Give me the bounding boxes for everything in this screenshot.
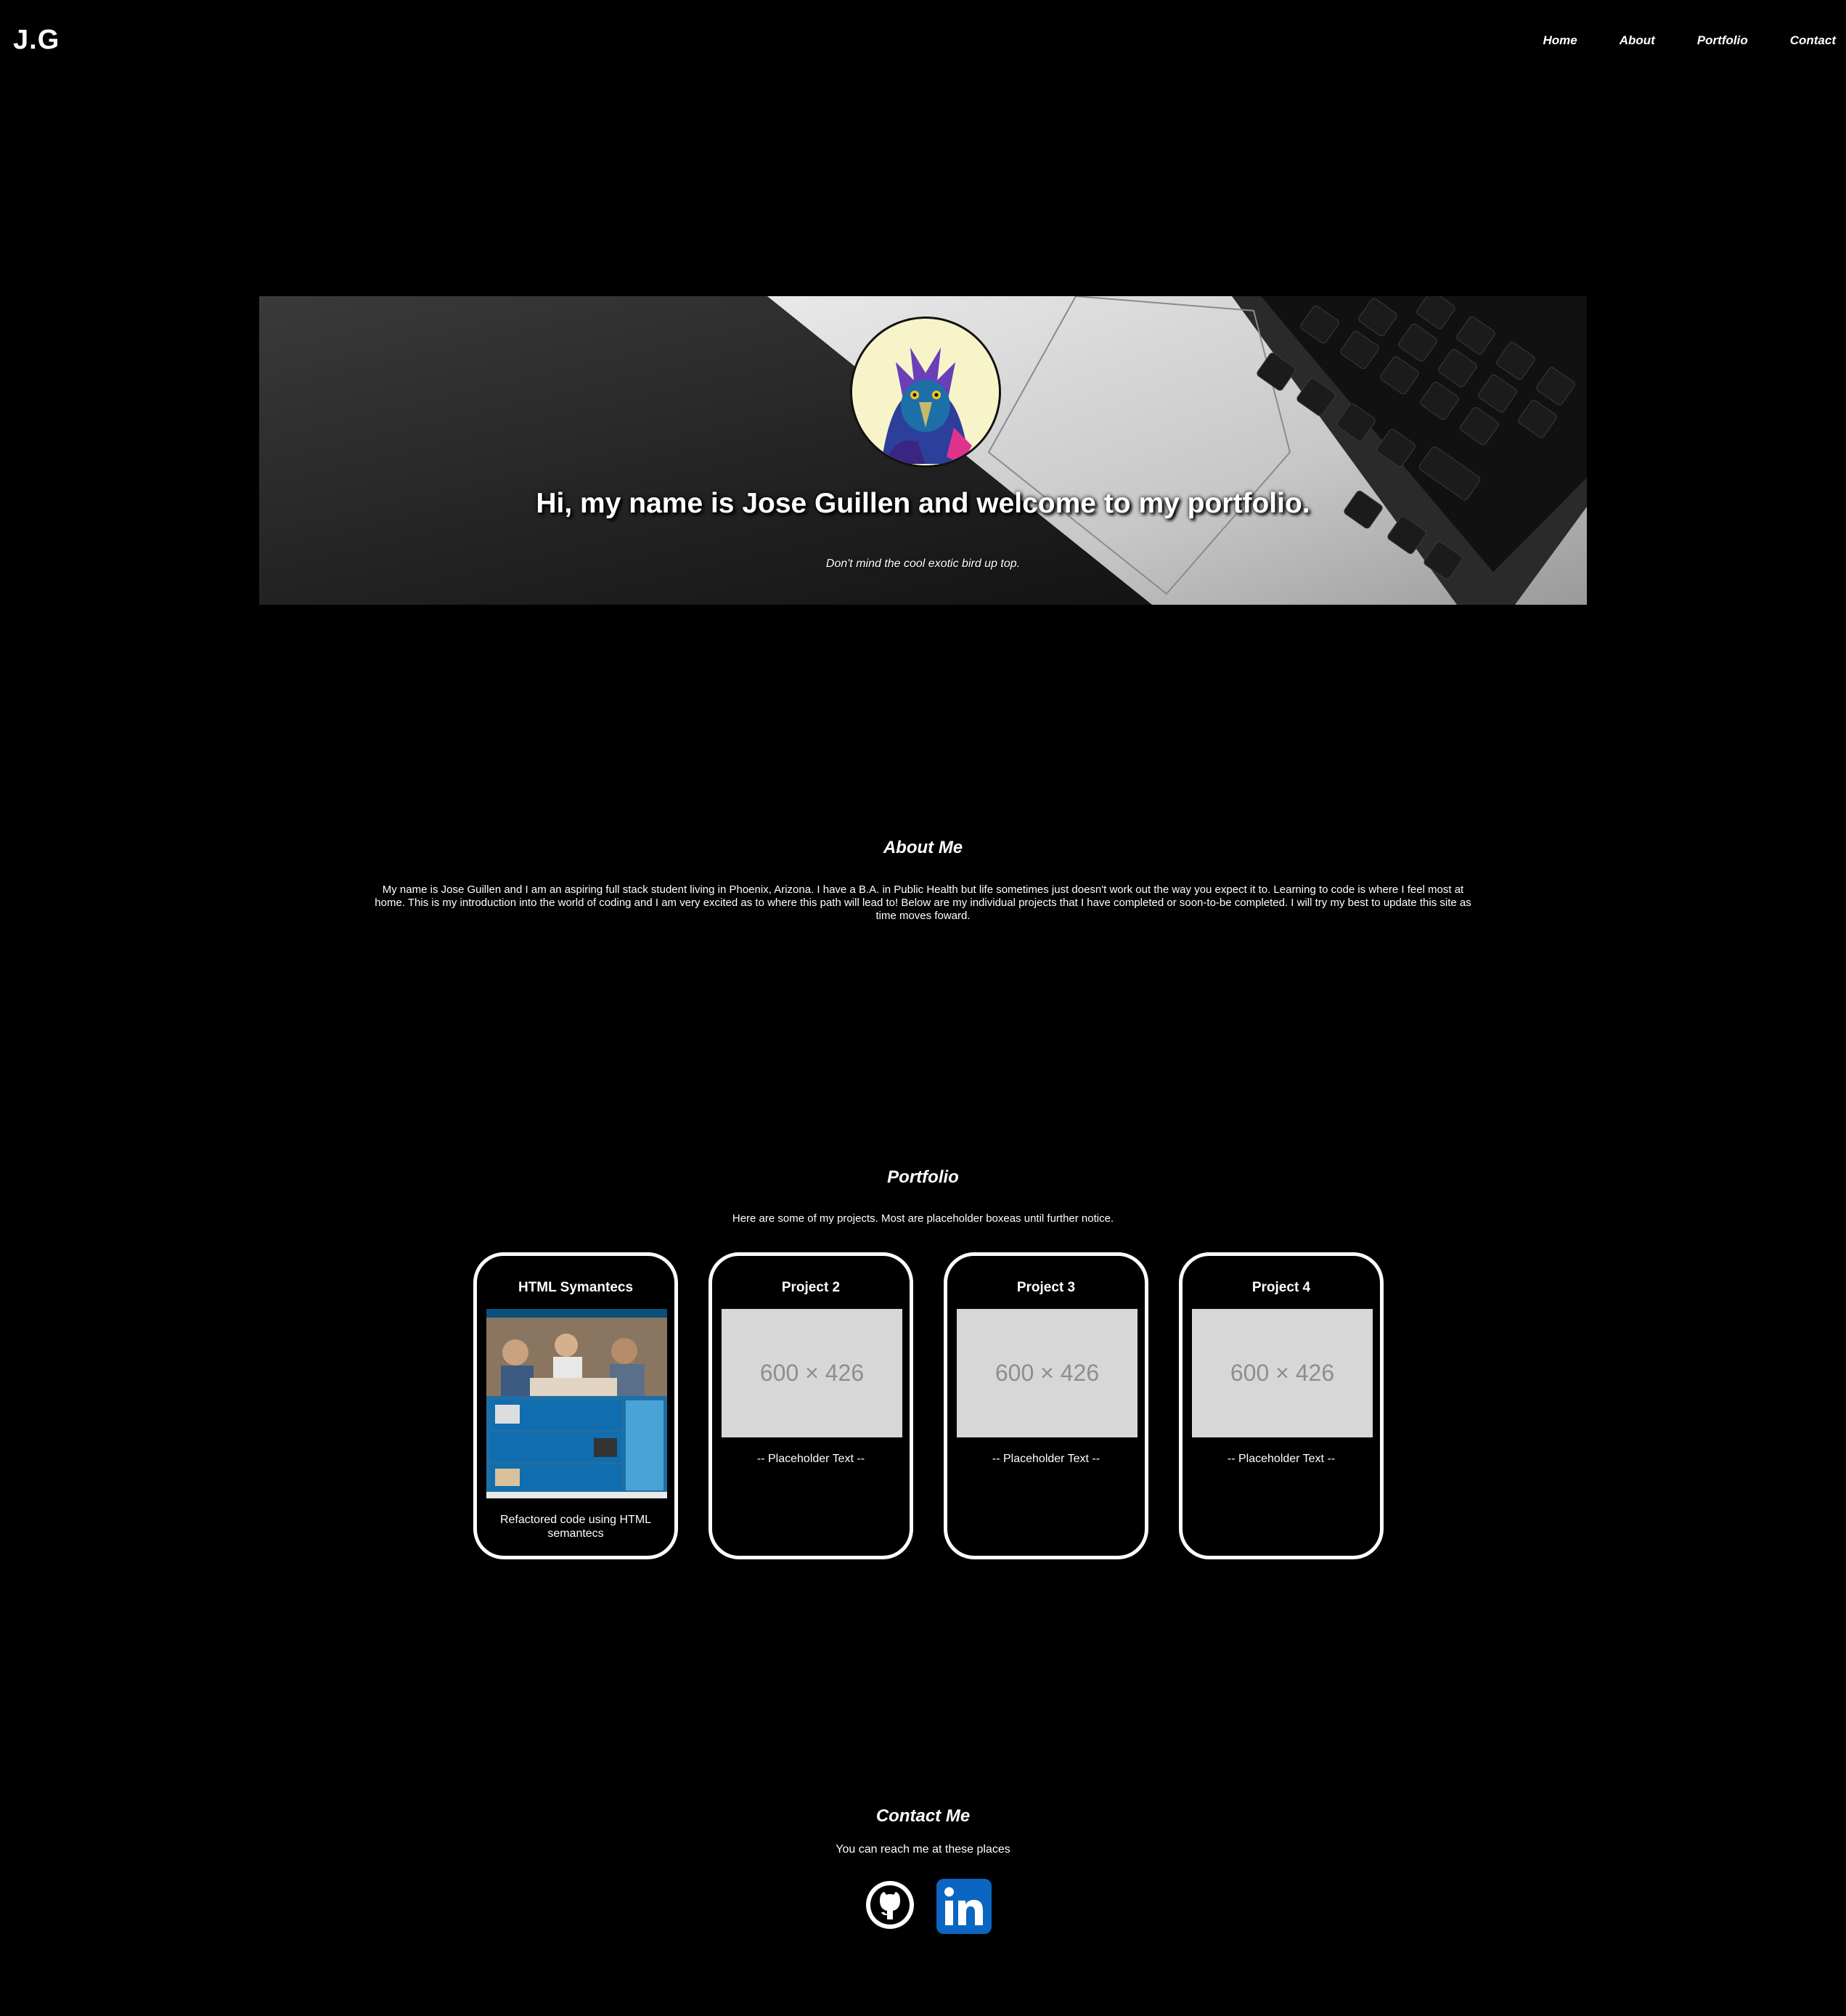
- hero-banner: Hi, my name is Jose Guillen and welcome …: [259, 296, 1587, 605]
- github-icon: [866, 1881, 914, 1929]
- project-screenshot[interactable]: [486, 1309, 667, 1498]
- project-placeholder-image[interactable]: 600 × 426: [957, 1309, 1138, 1437]
- nav-about[interactable]: About: [1620, 33, 1655, 48]
- project-card-3[interactable]: Project 3 600 × 426 -- Placeholder Text …: [944, 1252, 1148, 1559]
- project-title: Project 2: [781, 1280, 841, 1295]
- contact-heading: Contact Me: [875, 1806, 971, 1826]
- main-nav: Home About Portfolio Contact: [1501, 33, 1837, 48]
- contact-text: You can reach me at these places: [836, 1843, 1010, 1856]
- site-header: J.G Home About Portfolio Contact: [0, 0, 1846, 83]
- project-description: -- Placeholder Text --: [756, 1453, 865, 1465]
- about-heading: About Me: [883, 838, 963, 857]
- portfolio-intro: Here are some of my projects. Most are p…: [732, 1212, 1114, 1225]
- project-placeholder-image[interactable]: 600 × 426: [1192, 1309, 1373, 1437]
- bird-illustration-icon: [852, 319, 999, 465]
- github-link[interactable]: [864, 1879, 916, 1931]
- website-screenshot-image: [486, 1309, 667, 1498]
- nav-home[interactable]: Home: [1543, 33, 1577, 48]
- project-card-1[interactable]: HTML Symantecs Refactored code using HTM…: [473, 1252, 678, 1559]
- nav-contact[interactable]: Contact: [1790, 33, 1836, 48]
- portfolio-heading: Portfolio: [887, 1167, 959, 1187]
- project-title: Project 4: [1251, 1280, 1311, 1295]
- project-title: HTML Symantecs: [518, 1280, 634, 1295]
- project-placeholder-image[interactable]: 600 × 426: [722, 1309, 902, 1437]
- project-cards: HTML Symantecs Refactored code using HTM…: [473, 1252, 1384, 1559]
- project-description: -- Placeholder Text --: [992, 1453, 1100, 1465]
- social-links: [864, 1879, 992, 1934]
- project-card-4[interactable]: Project 4 600 × 426 -- Placeholder Text …: [1179, 1252, 1384, 1559]
- project-description: Refactored code using HTML semantecs: [499, 1514, 652, 1540]
- project-card-2[interactable]: Project 2 600 × 426 -- Placeholder Text …: [708, 1252, 913, 1559]
- hero-subtitle: Don't mind the cool exotic bird up top.: [825, 558, 1021, 570]
- nav-portfolio[interactable]: Portfolio: [1697, 33, 1748, 48]
- linkedin-icon: [936, 1879, 992, 1934]
- project-description: -- Placeholder Text --: [1227, 1453, 1336, 1465]
- site-logo[interactable]: J.G: [13, 25, 60, 56]
- project-title: Project 3: [1016, 1280, 1076, 1295]
- about-text: My name is Jose Guillen and I am an aspi…: [375, 883, 1471, 922]
- hero-title: Hi, my name is Jose Guillen and welcome …: [536, 488, 1310, 519]
- linkedin-link[interactable]: [936, 1879, 992, 1934]
- bird-avatar: [850, 317, 1001, 468]
